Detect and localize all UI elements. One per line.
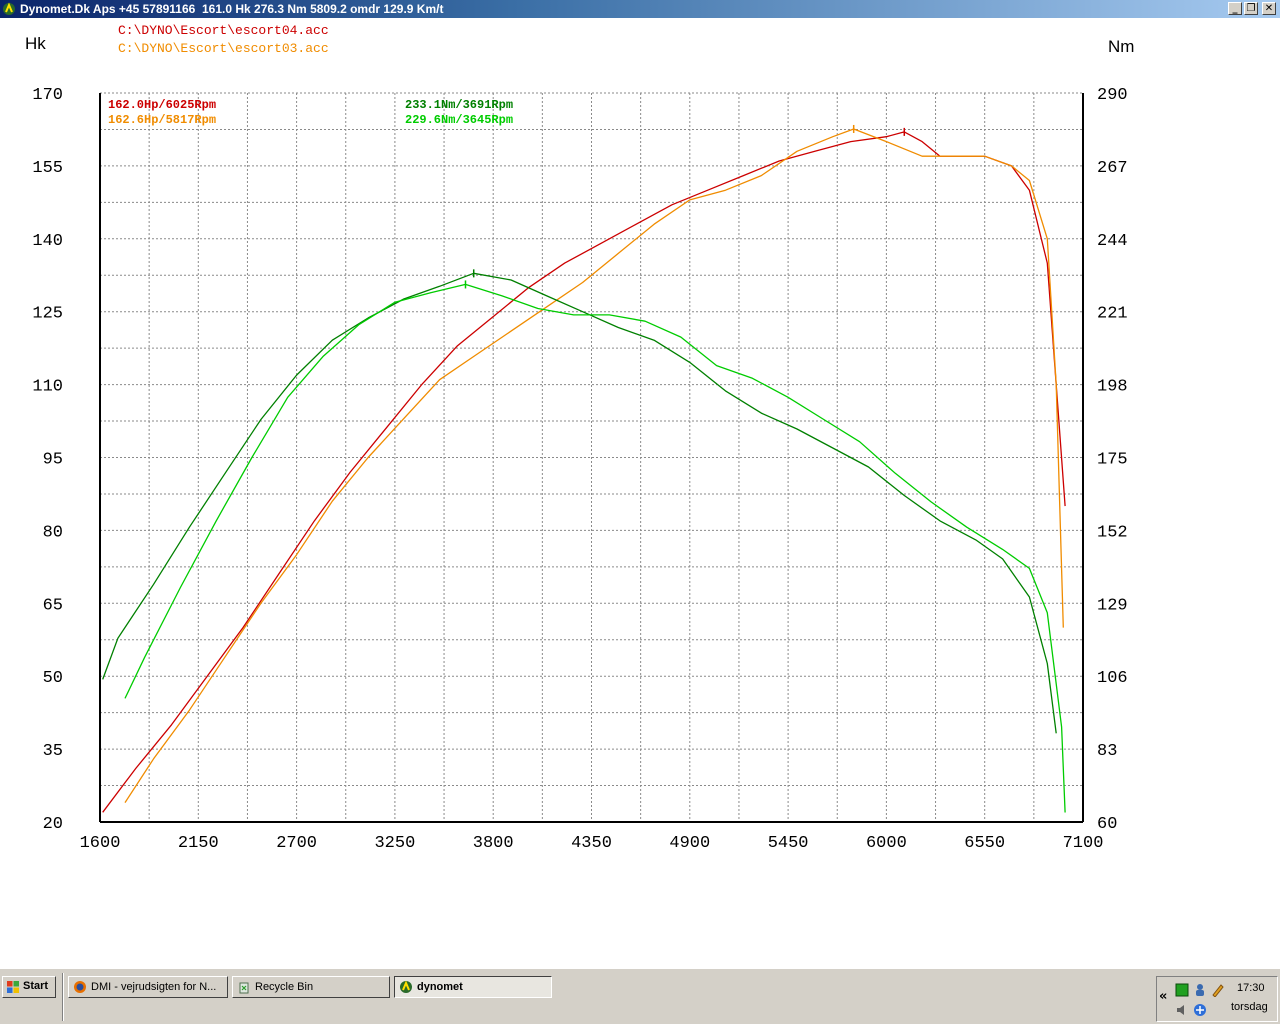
y-right-tick-label: 244 <box>1097 232 1128 251</box>
network-icon[interactable] <box>1175 983 1189 997</box>
taskbar: Start DMI - vejrudsigten for N... Recycl… <box>0 968 1280 1024</box>
task-dmi-weather[interactable]: DMI - vejrudsigten for N... <box>68 976 228 998</box>
y-right-tick-label: 267 <box>1097 159 1128 178</box>
close-button[interactable]: ✕ <box>1262 2 1276 15</box>
y-left-tick-label: 80 <box>43 523 63 542</box>
security-icon[interactable] <box>1193 1003 1207 1017</box>
y-right-tick-label: 60 <box>1097 815 1117 834</box>
pen-icon[interactable] <box>1211 983 1225 997</box>
grid <box>99 92 1084 823</box>
start-button[interactable]: Start <box>2 976 56 998</box>
y-left-tick-label: 20 <box>43 815 63 834</box>
title-bar: Dynomet.Dk Aps +45 57891166 161.0 Hk 276… <box>0 0 1280 18</box>
peak-hp-escort03: 162.6Hp/5817Rpm <box>108 113 216 127</box>
system-tray: « 17:30 torsdag <box>1156 976 1278 1022</box>
series-line-1 <box>124 128 1064 803</box>
x-tick-label: 4900 <box>669 834 710 853</box>
x-tick-label: 4350 <box>571 834 612 853</box>
firefox-icon <box>74 981 86 993</box>
y-right-tick-label: 83 <box>1097 742 1117 761</box>
y-left-tick-label: 65 <box>43 596 63 615</box>
series-line-3 <box>124 283 1066 813</box>
y-left-tick-label: 95 <box>43 451 63 470</box>
speaker-icon[interactable] <box>1175 1003 1189 1017</box>
task-dynomet[interactable]: dynomet <box>394 976 552 998</box>
x-tick-label: 6000 <box>866 834 907 853</box>
peak-nm-escort03: 229.6Nm/3645Rpm <box>405 113 513 127</box>
x-tick-label: 3800 <box>473 834 514 853</box>
x-tick-label: 3250 <box>374 834 415 853</box>
peak-nm-escort04: 233.1Nm/3691Rpm <box>405 98 513 112</box>
dynomet-icon <box>400 980 412 993</box>
y-left-tick-label: 50 <box>43 669 63 688</box>
tray-expand-button[interactable]: « <box>1159 989 1167 1004</box>
windows-logo-icon <box>7 981 19 993</box>
recycle-bin-icon <box>239 982 249 994</box>
start-label: Start <box>23 980 49 992</box>
x-tick-label: 2700 <box>276 834 317 853</box>
file-label-escort03: C:\DYNO\Escort\escort03.acc <box>118 41 329 56</box>
y-right-tick-label: 152 <box>1097 523 1128 542</box>
task-label: DMI - vejrudsigten for N... <box>91 981 217 993</box>
minimize-button[interactable]: _ <box>1228 2 1242 15</box>
dyno-chart: 170 155 140 125 110 95 80 65 50 35 20 290 267 244 221 1… <box>0 18 1280 968</box>
maximize-button[interactable]: ❐ <box>1244 2 1258 15</box>
task-label: dynomet <box>417 981 463 993</box>
x-tick-label: 7100 <box>1063 834 1104 853</box>
task-label: Recycle Bin <box>255 981 314 993</box>
axes: 1701551401251109580655035202902672442211… <box>32 86 1127 853</box>
y-right-tick-label: 129 <box>1097 596 1128 615</box>
y-right-tick-label: 106 <box>1097 669 1128 688</box>
y-right-tick-label: 290 <box>1097 86 1128 105</box>
peak-hp-escort04: 162.0Hp/6025Rpm <box>108 98 216 112</box>
x-tick-label: 2150 <box>178 834 219 853</box>
y-right-tick-label: 198 <box>1097 378 1128 397</box>
x-tick-label: 6550 <box>964 834 1005 853</box>
window-title: Dynomet.Dk Aps +45 57891166 161.0 Hk 276… <box>20 2 444 16</box>
users-icon[interactable] <box>1193 983 1207 997</box>
y-left-tick-label: 170 <box>32 86 63 105</box>
task-recycle-bin[interactable]: Recycle Bin <box>232 976 390 998</box>
y-left-tick-label: 155 <box>32 159 63 178</box>
clock-time[interactable]: 17:30 <box>1237 982 1265 994</box>
y-left-tick-label: 125 <box>32 305 63 324</box>
file-label-escort04: C:\DYNO\Escort\escort04.acc <box>118 23 329 38</box>
x-tick-label: 1600 <box>80 834 121 853</box>
y-left-tick-label: 35 <box>43 742 63 761</box>
left-unit-label: Hk <box>25 34 46 53</box>
dynomet-icon <box>3 2 15 15</box>
y-left-tick-label: 110 <box>32 378 63 397</box>
right-unit-label: Nm <box>1108 37 1134 56</box>
y-right-tick-label: 221 <box>1097 305 1128 324</box>
series-line-2 <box>102 272 1057 734</box>
taskbar-separator <box>62 973 64 1021</box>
y-left-tick-label: 140 <box>32 232 63 251</box>
y-right-tick-label: 175 <box>1097 451 1128 470</box>
chart-svg: 1701551401251109580655035202902672442211… <box>25 23 1134 853</box>
x-tick-label: 5450 <box>768 834 809 853</box>
clock-day: torsdag <box>1231 1001 1268 1013</box>
